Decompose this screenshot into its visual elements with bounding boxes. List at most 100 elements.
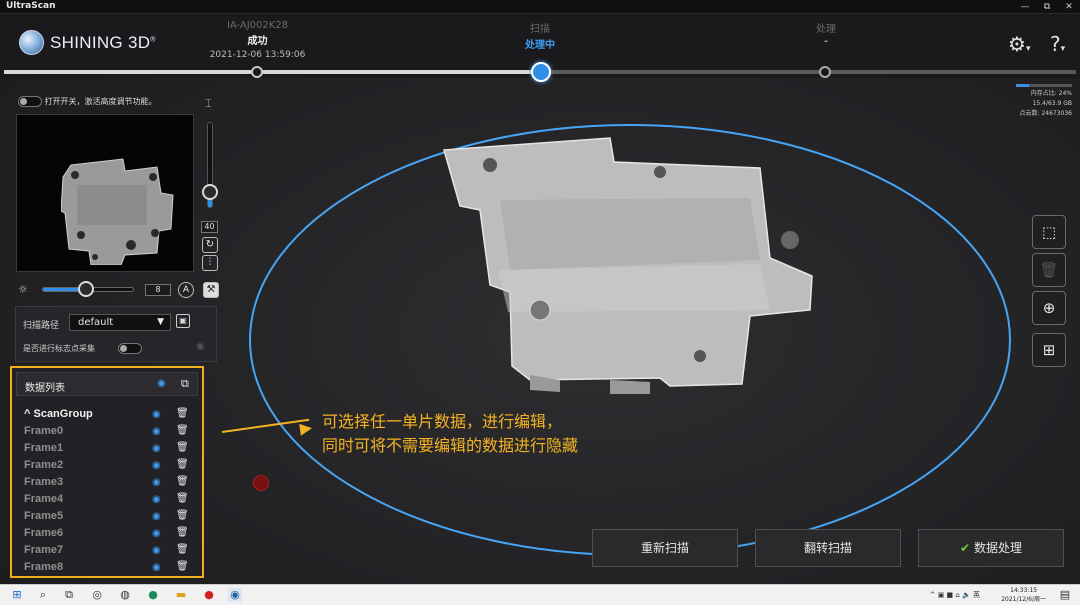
brightness-icon: ☼: [18, 283, 28, 296]
cursor-icon: [253, 475, 269, 491]
zoom-in-icon[interactable]: ⊕: [1032, 291, 1066, 325]
workflow-progress-fill: [4, 70, 541, 74]
save-icon[interactable]: ▣: [176, 314, 190, 328]
step-process[interactable]: 处理 -: [796, 20, 856, 47]
process-data-label: 数据处理: [973, 541, 1022, 555]
step-node-scan[interactable]: [531, 62, 551, 82]
frame-row[interactable]: Frame8: [24, 561, 63, 573]
close-button[interactable]: ✕: [1060, 0, 1078, 14]
search-icon[interactable]: ⌕: [36, 588, 50, 602]
scan-path-label: 扫描路径: [23, 321, 60, 331]
frame-row[interactable]: Frame0: [24, 425, 63, 437]
rescan-button[interactable]: 重新扫描: [592, 529, 738, 567]
step-scan-status: 处理中: [525, 40, 555, 51]
trash-icon[interactable]: 🗑: [176, 561, 189, 572]
frame-row[interactable]: Frame4: [24, 493, 63, 505]
eye-icon[interactable]: ◉: [152, 477, 161, 488]
scanned-part-model: [443, 137, 813, 394]
trash-icon[interactable]: 🗑: [176, 493, 189, 504]
frame-row[interactable]: Frame1: [24, 442, 63, 454]
step-process-status: -: [823, 36, 829, 47]
step-project[interactable]: IA-AJ002K28 成功 2021-12-06 13:59:06: [200, 20, 315, 60]
sliders-icon[interactable]: ⫶: [202, 255, 218, 271]
trash-icon[interactable]: 🗑: [176, 425, 189, 436]
trash-icon[interactable]: 🗑: [176, 527, 189, 538]
height-value[interactable]: 40: [201, 221, 218, 233]
folder-icon[interactable]: ▬: [174, 588, 188, 602]
data-list-title: 数据列表: [25, 383, 65, 394]
frame-row[interactable]: Frame5: [24, 510, 63, 522]
step-node-process[interactable]: [819, 66, 831, 78]
edge-icon[interactable]: ●: [146, 588, 160, 602]
scan-group-row[interactable]: ^ ScanGroup: [24, 408, 93, 420]
eye-icon[interactable]: ◉: [196, 341, 205, 352]
eye-icon[interactable]: ◉: [157, 378, 166, 389]
wrench-icon[interactable]: ⚒: [203, 282, 219, 298]
camera-preview: [16, 114, 194, 272]
maximize-button[interactable]: ⧉: [1038, 0, 1056, 14]
eye-icon[interactable]: ◉: [152, 460, 161, 471]
auto-exposure-button[interactable]: A: [178, 282, 194, 298]
eye-icon[interactable]: ◉: [152, 426, 161, 437]
gear-icon[interactable]: ⚙▾: [1008, 32, 1030, 56]
system-tray[interactable]: ^ ▣ ■ ⌂ 🔈 英: [930, 590, 980, 600]
height-toggle-row: 打开开关，激活高度调节功能。: [18, 96, 157, 107]
trash-icon[interactable]: 🗑: [176, 459, 189, 470]
eye-icon[interactable]: ◉: [152, 511, 161, 522]
height-icon: ⌶: [205, 97, 212, 110]
trash-icon[interactable]: 🗑: [176, 544, 189, 555]
height-toggle[interactable]: [18, 96, 42, 107]
frame-row[interactable]: Frame2: [24, 459, 63, 471]
step-project-time: 2021-12-06 13:59:06: [209, 50, 306, 60]
eye-icon[interactable]: ◉: [152, 545, 161, 556]
data-list-panel: 数据列表 ◉ ⧉ ^ ScanGroup ◉ 🗑 Frame0 ◉ 🗑 Frame1 ◉…: [10, 366, 204, 578]
height-slider-knob[interactable]: [202, 184, 218, 200]
notification-icon[interactable]: ▤: [1058, 588, 1072, 602]
logo: SHINING 3D®: [19, 30, 156, 55]
eye-icon[interactable]: ◉: [152, 409, 161, 420]
ultrascan-taskbar-icon[interactable]: ◉: [228, 588, 242, 602]
annotation-line-1: 可选择任一单片数据，进行编辑，: [322, 412, 563, 431]
frame-row[interactable]: Frame3: [24, 476, 63, 488]
trash-icon[interactable]: 🗑: [176, 476, 189, 487]
eye-icon[interactable]: ◉: [152, 494, 161, 505]
flip-scan-button[interactable]: 翻转扫描: [755, 529, 901, 567]
eye-icon[interactable]: ◉: [152, 562, 161, 573]
3d-viewport[interactable]: [230, 80, 1030, 580]
eye-icon[interactable]: ◉: [152, 528, 161, 539]
clock-time: 14:33:15: [1010, 587, 1038, 594]
app-icon[interactable]: ◎: [90, 588, 104, 602]
minimize-button[interactable]: —: [1016, 0, 1034, 14]
lasso-select-icon[interactable]: ⬚: [1032, 215, 1066, 249]
step-scan[interactable]: 扫描 处理中: [510, 20, 570, 51]
task-view-icon[interactable]: ⧉: [62, 588, 76, 602]
frame-row[interactable]: Frame7: [24, 544, 63, 556]
camera-part-image: [61, 158, 174, 265]
help-icon[interactable]: ?▾: [1050, 32, 1065, 56]
brightness-slider-knob[interactable]: [78, 281, 94, 297]
app-icon[interactable]: ◍: [118, 588, 132, 602]
annotation-arrow-head: [299, 422, 313, 436]
scan-path-select[interactable]: default ▼: [69, 314, 171, 331]
fit-view-icon[interactable]: ⊞: [1032, 333, 1066, 367]
process-data-button[interactable]: ✔ 数据处理: [918, 529, 1064, 567]
frame-row[interactable]: Frame6: [24, 527, 63, 539]
trash-icon[interactable]: 🗑: [176, 442, 189, 453]
trash-icon[interactable]: 🗑: [1032, 253, 1066, 287]
title-bar: UltraScan — ⧉ ✕: [0, 0, 1080, 14]
record-icon[interactable]: ●: [202, 588, 216, 602]
trash-icon[interactable]: 🗑: [176, 510, 189, 521]
step-node-project[interactable]: [251, 66, 263, 78]
reset-icon[interactable]: ↻: [202, 237, 218, 253]
clock[interactable]: 14:33:15 2021/12/6/周一: [1001, 586, 1046, 604]
step-project-status: 成功: [247, 36, 268, 47]
trash-icon[interactable]: 🗑: [176, 408, 189, 419]
windows-start-icon[interactable]: ⊞: [10, 588, 24, 602]
export-icon[interactable]: ⧉: [181, 377, 189, 391]
brightness-value[interactable]: 8: [145, 284, 171, 296]
ultrascan-window: UltraScan — ⧉ ✕ SHINING 3D® IA-AJ002K28 …: [0, 0, 1080, 605]
window-title: UltraScan: [6, 1, 56, 11]
eye-icon[interactable]: ◉: [152, 443, 161, 454]
marker-toggle[interactable]: [118, 343, 142, 354]
marker-label: 是否进行标志点采集: [23, 344, 95, 353]
